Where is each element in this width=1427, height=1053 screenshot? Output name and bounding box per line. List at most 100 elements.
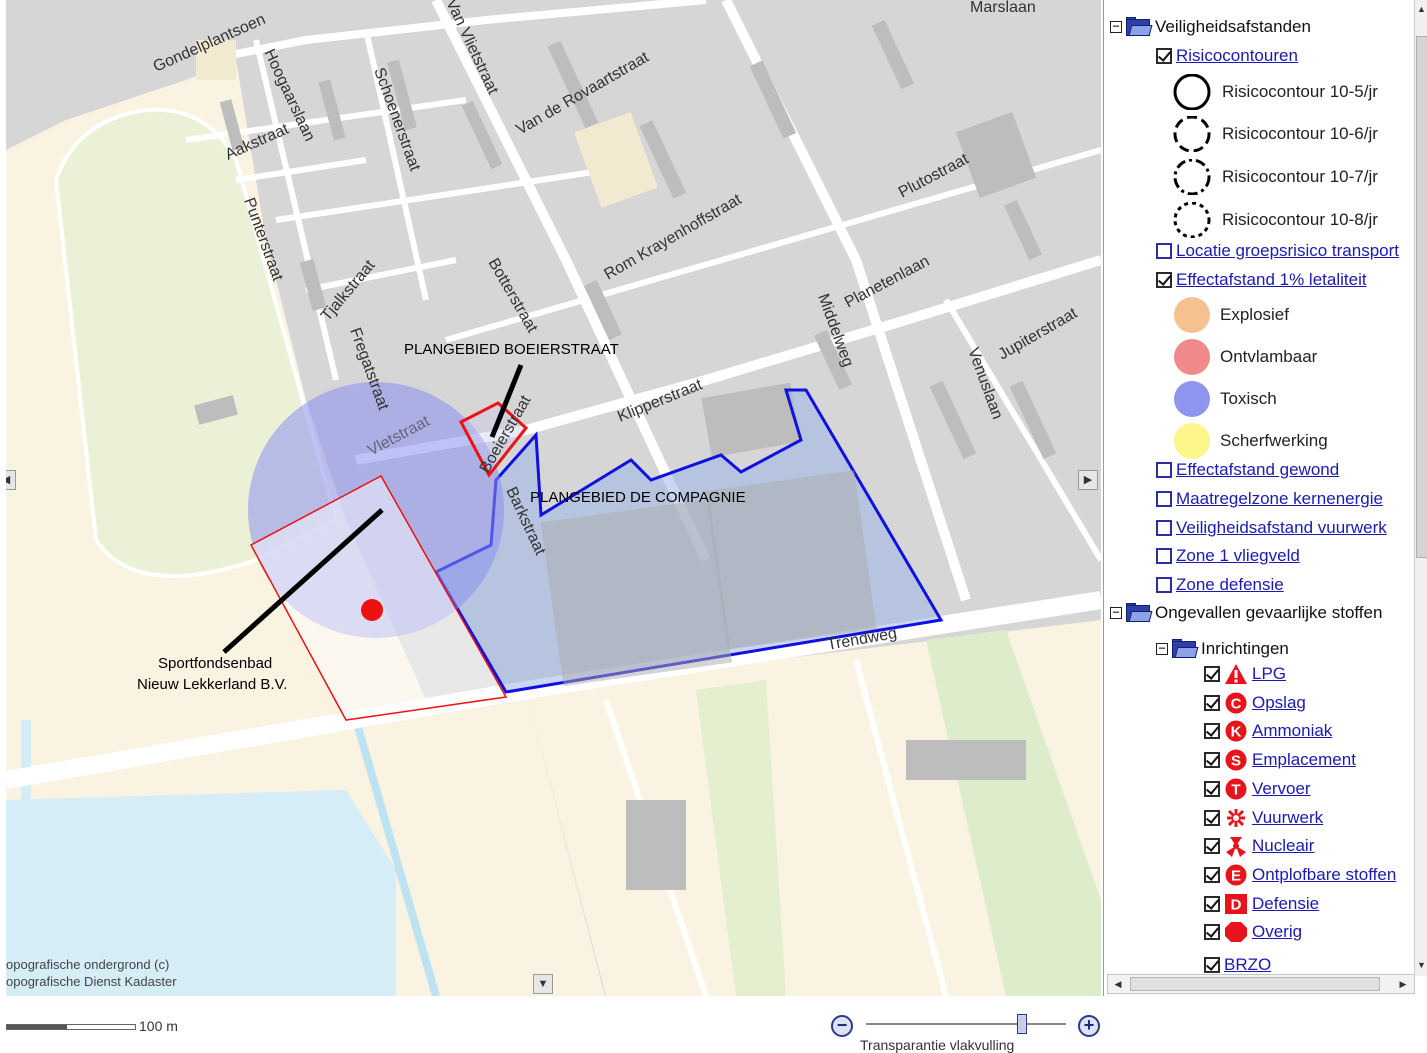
layer-link[interactable]: Maatregelzone kernenergie — [1176, 489, 1383, 509]
layer-checkbox[interactable] — [1204, 780, 1220, 797]
layer-link[interactable]: Emplacement — [1252, 750, 1356, 770]
layer-link[interactable]: Veiligheidsafstand vuurwerk — [1176, 518, 1387, 538]
layer-checkbox[interactable] — [1156, 243, 1172, 259]
group-veiligheidsafstanden[interactable]: − Veiligheidsafstanden — [1110, 15, 1311, 39]
layer-link[interactable]: Ontplofbare stoffen — [1252, 865, 1396, 885]
layer-link[interactable]: Opslag — [1252, 693, 1306, 713]
layer-link[interactable]: Effectafstand gewond — [1176, 460, 1339, 480]
scroll-thumb[interactable] — [1130, 977, 1380, 991]
scherfwerking-swatch-icon — [1174, 423, 1210, 459]
layer-zone-defensie[interactable]: Zone defensie — [1156, 573, 1284, 597]
octagon-icon — [1225, 922, 1247, 943]
scroll-down-button[interactable]: ▼ — [1415, 958, 1427, 972]
layer-checkbox[interactable] — [1156, 462, 1172, 478]
layer-link[interactable]: Zone defensie — [1176, 575, 1284, 595]
effect-legend-item: Explosief — [1174, 297, 1289, 333]
layer-checkbox[interactable] — [1156, 548, 1172, 564]
layer-checkbox[interactable] — [1204, 866, 1220, 883]
layer-risicocontouren[interactable]: Risicocontouren — [1156, 44, 1298, 68]
icon-letter: D — [1231, 896, 1242, 913]
effect-legend-item: Toxisch — [1174, 381, 1277, 417]
layer-maatregelzone[interactable]: Maatregelzone kernenergie — [1156, 487, 1383, 511]
layer-item-defensie[interactable]: D Defensie — [1204, 892, 1319, 916]
layer-item-ontplofbare-stoffen[interactable]: E Ontplofbare stoffen — [1204, 863, 1396, 887]
map-credit: opografische ondergrond (c) — [6, 957, 169, 972]
effect-label: Toxisch — [1220, 389, 1277, 408]
layer-item-overig[interactable]: Overig — [1204, 920, 1302, 944]
transparency-slider[interactable] — [866, 1014, 1066, 1034]
collapse-toggle[interactable]: − — [1110, 20, 1122, 33]
layer-checkbox[interactable] — [1204, 752, 1220, 769]
layer-checkbox[interactable] — [1204, 838, 1220, 855]
layer-checkbox[interactable] — [1156, 491, 1172, 507]
firework-icon — [1227, 808, 1245, 827]
layer-link[interactable]: BRZO — [1224, 955, 1271, 975]
layer-legend-panel: − Veiligheidsafstanden Risicocontouren R… — [1103, 0, 1427, 996]
layer-item-vuurwerk[interactable]: Vuurwerk — [1204, 806, 1323, 830]
plangebied-boeierstraat-label: PLANGEBIED BOEIERSTRAAT — [404, 341, 619, 358]
layer-checkbox[interactable] — [1204, 924, 1220, 941]
transparency-label: Transparantie vlakvulling — [860, 1037, 1015, 1053]
layer-link[interactable]: Defensie — [1252, 894, 1319, 914]
layer-link[interactable]: Nucleair — [1252, 836, 1314, 856]
map-canvas[interactable]: Marslaan Gondelplantsoen Hoogaarslaan Aa… — [6, 0, 1101, 996]
icon-letter: K — [1231, 724, 1242, 741]
circle-k-icon: K — [1225, 720, 1247, 742]
layer-link[interactable]: LPG — [1252, 664, 1286, 684]
layer-item-opslag[interactable]: C Opslag — [1204, 691, 1306, 715]
legend-vertical-scrollbar[interactable]: ▲ ▼ — [1414, 0, 1427, 976]
layer-link[interactable]: Locatie groepsrisico transport — [1176, 241, 1399, 261]
layer-link[interactable]: Vervoer — [1252, 779, 1311, 799]
layer-link[interactable]: Zone 1 vliegveld — [1176, 546, 1300, 566]
scroll-left-button[interactable]: ◀ — [1109, 976, 1127, 992]
contour-legend-item: Risicocontour 10-6/jr — [1172, 116, 1378, 152]
layer-link[interactable]: Ammoniak — [1252, 721, 1332, 741]
layer-item-vervoer[interactable]: T Vervoer — [1204, 777, 1311, 801]
scale-bar — [6, 1024, 136, 1030]
layer-locatie-groepsrisico[interactable]: Locatie groepsrisico transport — [1156, 239, 1399, 263]
layer-checkbox[interactable] — [1156, 577, 1172, 593]
layer-checkbox[interactable] — [1204, 957, 1220, 973]
slider-handle[interactable] — [1017, 1014, 1027, 1034]
layer-checkbox[interactable] — [1156, 520, 1172, 536]
layer-checkbox[interactable] — [1156, 48, 1172, 64]
layer-item-lpg[interactable]: LPG — [1204, 662, 1286, 686]
layer-item-ammoniak[interactable]: K Ammoniak — [1204, 719, 1332, 743]
layer-link[interactable]: Effectafstand 1% letaliteit — [1176, 270, 1367, 290]
folder-open-icon — [1126, 603, 1153, 623]
layer-veiligheidsafstand-vuurwerk[interactable]: Veiligheidsafstand vuurwerk — [1156, 516, 1387, 540]
pan-right-button[interactable]: ▶ — [1078, 470, 1098, 490]
layer-zone-vliegveld[interactable]: Zone 1 vliegveld — [1156, 544, 1300, 568]
layer-link[interactable]: Vuurwerk — [1252, 808, 1323, 828]
scroll-thumb[interactable] — [1416, 36, 1427, 558]
scroll-right-button[interactable]: ▶ — [1394, 976, 1412, 992]
pan-left-button[interactable]: ◀ — [6, 470, 16, 490]
group-title: Ongevallen gevaarlijke stoffen — [1155, 603, 1383, 622]
map-view[interactable]: Marslaan Gondelplantsoen Hoogaarslaan Aa… — [6, 0, 1101, 996]
sportfondsenbad-label: Sportfondsenbad — [158, 655, 272, 672]
layer-effectafstand-gewond[interactable]: Effectafstand gewond — [1156, 458, 1339, 482]
layer-item-nucleair[interactable]: Nucleair — [1204, 834, 1314, 858]
layer-link[interactable]: Risicocontouren — [1176, 46, 1298, 66]
pan-down-button[interactable]: ▼ — [533, 974, 553, 994]
layer-checkbox[interactable] — [1204, 895, 1220, 912]
toxisch-swatch-icon — [1174, 381, 1210, 417]
layer-checkbox[interactable] — [1156, 272, 1172, 288]
transparency-increase-button[interactable]: + — [1078, 1015, 1100, 1037]
layer-checkbox[interactable] — [1204, 694, 1220, 711]
layer-effectafstand[interactable]: Effectafstand 1% letaliteit — [1156, 268, 1367, 292]
overig-location-marker[interactable] — [361, 599, 383, 621]
layer-item-emplacement[interactable]: S Emplacement — [1204, 748, 1356, 772]
layer-checkbox[interactable] — [1204, 809, 1220, 826]
legend-horizontal-scrollbar[interactable]: ◀ ▶ — [1107, 974, 1415, 994]
scroll-up-button[interactable]: ▲ — [1415, 2, 1427, 16]
layer-link[interactable]: Overig — [1252, 922, 1302, 942]
transparency-decrease-button[interactable]: − — [831, 1015, 853, 1037]
layer-checkbox[interactable] — [1204, 666, 1220, 682]
collapse-toggle[interactable]: − — [1156, 642, 1168, 655]
collapse-toggle[interactable]: − — [1110, 606, 1122, 619]
layer-checkbox[interactable] — [1204, 723, 1220, 740]
group-title: Inrichtingen — [1201, 639, 1289, 658]
group-ongevallen[interactable]: − Ongevallen gevaarlijke stoffen — [1110, 601, 1382, 625]
group-inrichtingen[interactable]: − Inrichtingen — [1156, 637, 1289, 661]
